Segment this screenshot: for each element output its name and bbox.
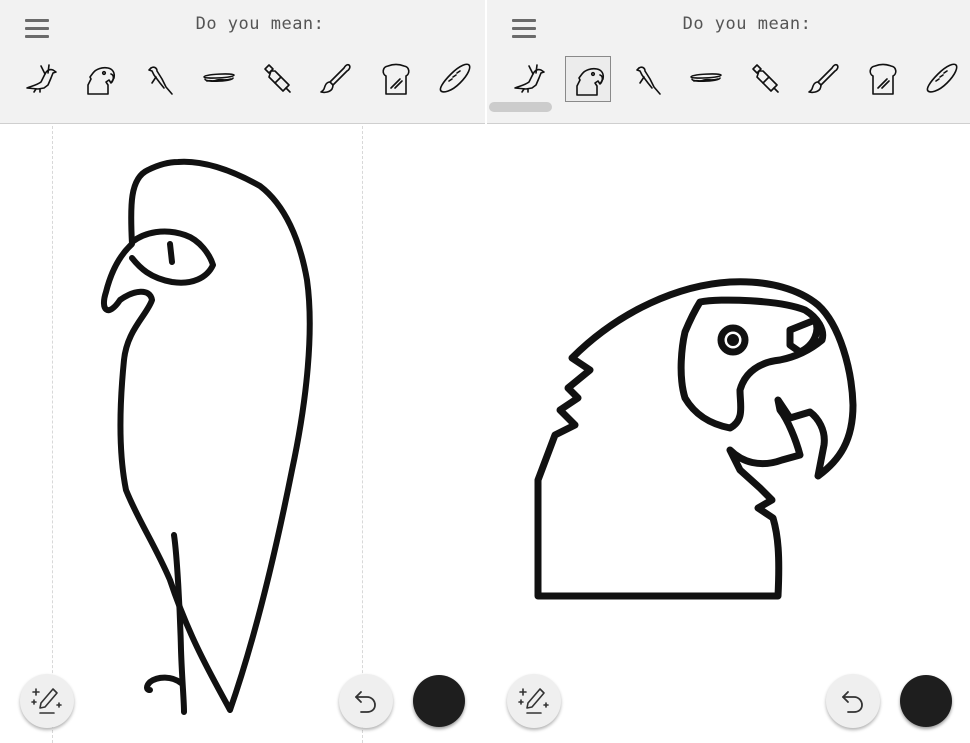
suggestion-paint-tube[interactable] <box>742 56 788 102</box>
undo-button[interactable] <box>339 674 393 728</box>
suggestion-parrot-perched[interactable] <box>137 56 183 102</box>
autodraw-panel-right: Do you mean: <box>487 0 970 743</box>
undo-icon <box>842 691 863 713</box>
parrot-head-icon <box>576 67 605 96</box>
menu-icon[interactable] <box>509 15 539 43</box>
sparkle-pencil-icon <box>31 688 62 714</box>
bird-icon <box>514 64 545 93</box>
suggestion-hotdog[interactable] <box>683 56 729 102</box>
bread-slice-icon <box>382 63 410 95</box>
baguette-icon <box>439 63 471 93</box>
suggestion-bird[interactable] <box>19 56 65 102</box>
suggestion-strip[interactable] <box>487 56 970 104</box>
undo-icon <box>355 691 376 713</box>
suggestion-parrot-head[interactable] <box>565 56 611 102</box>
autodraw-panel-left: Do you mean: <box>0 0 485 743</box>
suggestion-prompt: Do you mean: <box>682 14 812 34</box>
undo-button[interactable] <box>826 674 880 728</box>
hand-drawn-bird-sketch <box>100 158 313 715</box>
suggestion-header: Do you mean: <box>0 0 485 124</box>
suggestion-paint-tube[interactable] <box>254 56 300 102</box>
suggestion-scrollbar[interactable] <box>489 102 552 112</box>
paintbrush-icon <box>320 63 351 94</box>
bread-slice-icon <box>869 63 897 95</box>
suggestion-prompt: Do you mean: <box>195 14 325 34</box>
suggestion-baguette[interactable] <box>432 56 478 102</box>
bird-icon <box>26 64 57 93</box>
paint-tube-icon <box>264 64 291 93</box>
drawing-canvas[interactable] <box>487 124 970 743</box>
suggestion-paintbrush[interactable] <box>313 56 359 102</box>
suggestion-bread-slice[interactable] <box>860 56 906 102</box>
parrot-head-drawing <box>534 278 857 600</box>
drawing-canvas[interactable] <box>0 124 485 743</box>
paint-tube-icon <box>752 64 779 93</box>
suggestion-baguette[interactable] <box>919 56 965 102</box>
suggestion-bread-slice[interactable] <box>373 56 419 102</box>
autodraw-tool-button[interactable] <box>20 674 74 728</box>
suggestion-paintbrush[interactable] <box>801 56 847 102</box>
baguette-icon <box>926 63 958 93</box>
suggestion-bird[interactable] <box>507 56 553 102</box>
suggestion-hotdog[interactable] <box>196 56 242 102</box>
suggestion-strip[interactable] <box>0 56 485 104</box>
sparkle-pencil-icon <box>518 688 549 714</box>
pen-color-button[interactable] <box>900 675 952 727</box>
parrot-perched-icon <box>636 66 661 95</box>
hotdog-icon <box>203 73 235 83</box>
autodraw-tool-button[interactable] <box>507 674 561 728</box>
suggestion-parrot-head[interactable] <box>77 56 123 102</box>
hotdog-icon <box>690 73 722 83</box>
parrot-perched-icon <box>148 66 173 95</box>
pen-color-button[interactable] <box>413 675 465 727</box>
parrot-head-icon <box>87 66 116 95</box>
suggestion-header: Do you mean: <box>487 0 970 124</box>
suggestion-parrot-perched[interactable] <box>625 56 671 102</box>
menu-icon[interactable] <box>22 15 52 43</box>
paintbrush-icon <box>808 63 839 94</box>
